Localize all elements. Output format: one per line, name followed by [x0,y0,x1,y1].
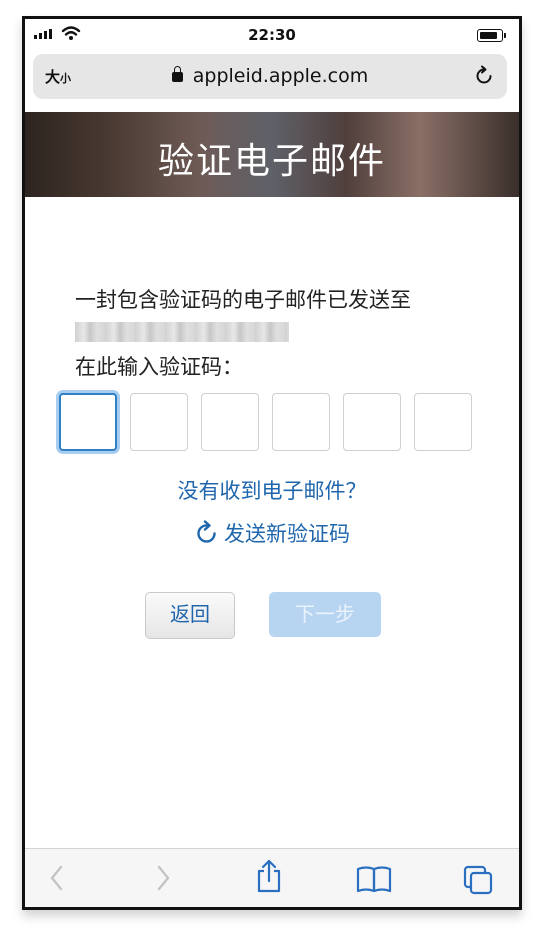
tabs-icon[interactable] [463,865,495,895]
browser-toolbar [25,848,519,907]
enter-code-prompt: 在此输入验证码： [75,355,243,379]
sent-message: 一封包含验证码的电子邮件已发送至 [75,288,411,312]
page-banner: 验证电子邮件 [25,112,519,197]
bookmarks-icon[interactable] [356,865,392,893]
code-digit-1[interactable] [59,393,117,451]
next-button[interactable]: 下一步 [269,592,381,637]
reload-icon[interactable] [473,65,495,87]
back-button[interactable]: 返回 [145,592,235,639]
code-digit-2[interactable] [130,393,188,451]
share-icon[interactable] [254,859,284,893]
code-digit-3[interactable] [201,393,259,451]
code-digit-5[interactable] [343,393,401,451]
refresh-icon [197,520,216,543]
status-bar: 22:30 [25,19,519,55]
resend-code-link[interactable]: 发送新验证码 [25,518,519,548]
code-digit-4[interactable] [272,393,330,451]
email-address-redacted [75,322,289,342]
status-time: 22:30 [248,26,296,44]
url-display[interactable]: appleid.apple.com [33,65,507,87]
url-text: appleid.apple.com [192,65,369,87]
lock-icon [171,66,183,82]
no-email-link[interactable]: 没有收到电子邮件？ [25,475,519,505]
forward-arrow-icon[interactable] [153,863,173,893]
battery-icon [477,29,506,42]
phone-frame: 22:30 大小 appleid.apple.com 验证电子邮件 一封包含验证… [22,16,522,910]
resend-code-label: 发送新验证码 [224,522,350,546]
page-title: 验证电子邮件 [157,141,386,182]
verification-code-fields [59,393,472,451]
code-digit-6[interactable] [414,393,472,451]
address-bar[interactable]: 大小 appleid.apple.com [33,54,507,99]
back-arrow-icon[interactable] [47,863,67,893]
